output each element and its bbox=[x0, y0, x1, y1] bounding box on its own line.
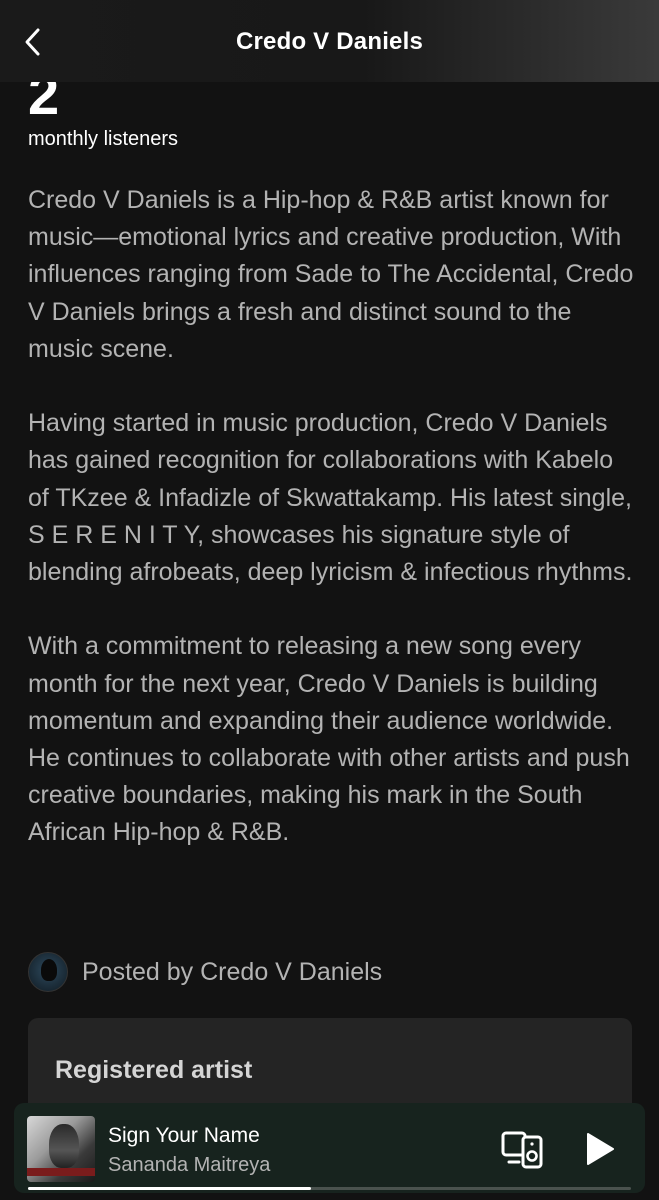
connect-device-icon bbox=[501, 1131, 543, 1169]
connect-device-button[interactable] bbox=[500, 1129, 544, 1169]
album-art bbox=[27, 1116, 95, 1182]
artist-bio: Credo V Daniels is a Hip-hop & R&B artis… bbox=[28, 182, 638, 852]
registered-artist-label: Registered artist bbox=[55, 1056, 253, 1084]
mini-player[interactable]: Sign Your Name Sananda Maitreya bbox=[14, 1103, 645, 1193]
playback-progress-fill bbox=[28, 1187, 312, 1190]
posted-by-text: Posted by Credo V Daniels bbox=[82, 957, 383, 986]
bio-paragraph: Credo V Daniels is a Hip-hop & R&B artis… bbox=[28, 186, 634, 363]
track-artist: Sananda Maitreya bbox=[108, 1154, 271, 1176]
artist-about-page: Credo V Daniels 2 monthly listeners Cred… bbox=[0, 0, 659, 1200]
play-button[interactable] bbox=[579, 1129, 619, 1169]
playback-progress-bar[interactable] bbox=[28, 1187, 631, 1190]
page-title: Credo V Daniels bbox=[235, 28, 424, 55]
monthly-listeners-label: monthly listeners bbox=[28, 128, 179, 150]
bio-paragraph: Having started in music production, Cred… bbox=[28, 409, 633, 587]
play-icon bbox=[587, 1133, 614, 1165]
bio-paragraph: With a commitment to releasing a new son… bbox=[28, 632, 630, 847]
track-title: Sign Your Name bbox=[108, 1124, 260, 1147]
avatar bbox=[28, 952, 68, 992]
posted-by-row[interactable]: Posted by Credo V Daniels bbox=[28, 952, 382, 992]
header-bar: Credo V Daniels bbox=[0, 0, 659, 82]
